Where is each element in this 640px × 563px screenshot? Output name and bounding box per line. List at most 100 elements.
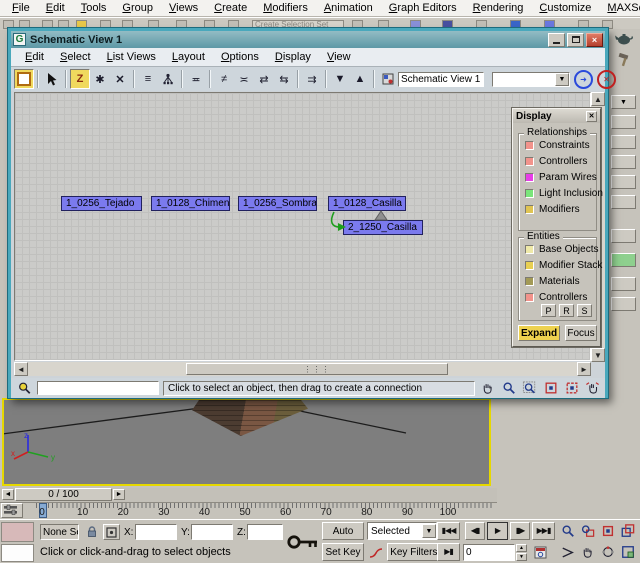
auto-key-button[interactable]: Auto Key — [322, 522, 364, 540]
entity-materials[interactable]: Materials — [525, 274, 596, 289]
zoom-extents-all-button[interactable] — [618, 522, 637, 540]
display-floater-titlebar[interactable]: Display ✕ — [513, 109, 600, 123]
render-teapot-icon[interactable] — [611, 29, 636, 47]
frame-spinner-up[interactable]: ▲ — [516, 544, 527, 552]
panel-button[interactable] — [611, 135, 636, 149]
panel-color-button[interactable] — [611, 253, 636, 267]
entity-base-objects[interactable]: Base Objects — [525, 242, 596, 257]
app-menu-graph-editors[interactable]: Graph Editors — [381, 1, 465, 16]
relationship-light-inclusion[interactable]: Light Inclusion — [525, 186, 596, 201]
frame-spinner-down[interactable]: ▼ — [516, 553, 527, 561]
app-menu-modifiers[interactable]: Modifiers — [255, 1, 316, 16]
zoom-extents-button[interactable] — [598, 522, 617, 540]
prs-button-p[interactable]: P — [541, 304, 556, 317]
previous-frame-button[interactable]: ◀▮ — [465, 522, 485, 540]
new-key-default-in-out-tangents[interactable] — [368, 545, 384, 560]
entity-modifier-stack[interactable]: Modifier Stack — [525, 258, 596, 273]
panel-button[interactable] — [611, 277, 636, 291]
set-key-button[interactable]: Set Key — [322, 543, 364, 561]
scrollbar-thumb[interactable]: ⋮⋮⋮ — [186, 363, 448, 375]
preferences-button[interactable] — [378, 69, 398, 89]
zoom-tool-button[interactable] — [500, 380, 517, 396]
close-button[interactable]: × — [586, 33, 603, 47]
expand-button[interactable]: Expand — [518, 325, 560, 341]
relationship-controllers[interactable]: Controllers — [525, 154, 596, 169]
unlink-selected-tool[interactable]: ✱ — [90, 69, 110, 89]
scroll-down-arrow[interactable]: ▼ — [591, 348, 605, 362]
zoom-extents-selected-button[interactable] — [563, 380, 580, 396]
selection-lock-toggle[interactable] — [84, 524, 99, 540]
panel-dropdown-button[interactable]: ▼ — [611, 95, 636, 109]
select-tool[interactable] — [42, 69, 62, 89]
chevron-down-icon[interactable]: ▼ — [422, 524, 436, 538]
zoom-region-button[interactable] — [521, 380, 538, 396]
hierarchy-mode-button[interactable]: ≡ — [138, 69, 158, 89]
always-arrange-button[interactable]: ≖ — [186, 69, 206, 89]
delete-objects-tool[interactable]: ✕ — [110, 69, 130, 89]
next-frame-button[interactable]: ▮▶ — [510, 522, 530, 540]
panel-button[interactable] — [611, 195, 636, 209]
base-objects-color-swatch[interactable] — [525, 245, 534, 254]
panel-button[interactable] — [611, 297, 636, 311]
y-coord-field[interactable] — [191, 524, 233, 540]
modifiers-color-swatch[interactable] — [525, 205, 534, 214]
zoom-all-button[interactable] — [578, 522, 597, 540]
set-keys-button[interactable] — [286, 523, 320, 561]
selection-filter-dropdown[interactable]: Selected ▼ — [367, 522, 437, 540]
relationship-modifiers[interactable]: Modifiers — [525, 202, 596, 217]
minimize-button[interactable] — [548, 33, 565, 47]
scroll-left-arrow[interactable]: ◄ — [14, 362, 28, 376]
schematic-horizontal-scrollbar[interactable]: ◄ ► ⋮⋮⋮ — [14, 362, 591, 376]
key-mode-toggle[interactable]: ▶▮ — [437, 543, 460, 561]
perspective-viewport[interactable]: z x y — [2, 398, 491, 486]
field-of-view-button[interactable] — [558, 543, 577, 561]
expand-selected-button[interactable]: ▼ — [330, 69, 350, 89]
panel-button[interactable] — [611, 115, 636, 129]
pan-view-button[interactable] — [578, 543, 597, 561]
arc-rotate-button[interactable] — [598, 543, 617, 561]
arrange-children-button[interactable]: ≠ — [214, 69, 234, 89]
app-menu-animation[interactable]: Animation — [316, 1, 381, 16]
play-button[interactable]: ▶ — [487, 522, 508, 540]
maxscript-mini-listener-pane[interactable] — [1, 544, 34, 562]
schematic-search-field[interactable] — [37, 381, 159, 395]
app-menu-create[interactable]: Create — [206, 1, 255, 16]
schematic-titlebar[interactable]: G Schematic View 1 × — [11, 31, 605, 48]
mini-curve-editor-button[interactable] — [1, 503, 23, 518]
modifier-stack-color-swatch[interactable] — [525, 261, 534, 270]
expand-triangle-icon[interactable] — [375, 211, 387, 220]
go-to-start-button[interactable]: ▮◀◀ — [437, 522, 460, 540]
time-slider-prev-arrow[interactable]: ◄ — [2, 489, 14, 500]
time-slider-button[interactable]: 0 / 100 — [15, 488, 112, 501]
app-menu-group[interactable]: Group — [114, 1, 161, 16]
maximize-button[interactable] — [567, 33, 584, 47]
sv-menu-layout[interactable]: Layout — [164, 50, 213, 65]
relationship-constraints[interactable]: Constraints — [525, 138, 596, 153]
track-bar[interactable]: 0102030405060708090100 — [0, 503, 497, 519]
display-floater-toggle[interactable] — [14, 69, 34, 89]
delete-bookmark-button[interactable]: ✕ — [597, 70, 616, 89]
collapse-selected-button[interactable]: ▲ — [350, 69, 370, 89]
schematic-view-name-field[interactable] — [398, 72, 484, 87]
panel-button[interactable] — [611, 229, 636, 243]
time-slider-next-arrow[interactable]: ► — [113, 489, 125, 500]
app-menu-maxscript[interactable]: MAXScript — [599, 1, 640, 16]
free-all-button[interactable]: ⇄ — [254, 69, 274, 89]
pan-tool-button[interactable] — [479, 380, 496, 396]
next-bookmark-button[interactable]: ➜ — [574, 70, 593, 89]
utilities-tab-hammer-icon[interactable] — [611, 51, 636, 69]
sv-menu-view[interactable]: View — [319, 50, 359, 65]
time-configuration-button[interactable] — [531, 544, 549, 561]
app-menu-customize[interactable]: Customize — [531, 1, 599, 16]
light-inclusion-color-swatch[interactable] — [525, 189, 534, 198]
zoom-extents-button[interactable] — [542, 380, 559, 396]
app-menu-file[interactable]: File — [4, 1, 38, 16]
param-wires-color-swatch[interactable] — [525, 173, 534, 182]
select-by-name-button[interactable] — [15, 380, 33, 396]
scroll-up-arrow[interactable]: ▲ — [591, 92, 605, 106]
sv-menu-display[interactable]: Display — [267, 50, 319, 65]
app-menu-edit[interactable]: Edit — [38, 1, 73, 16]
close-icon[interactable]: ✕ — [586, 111, 597, 122]
zoom-button[interactable] — [558, 522, 577, 540]
controllers-color-swatch[interactable] — [525, 157, 534, 166]
